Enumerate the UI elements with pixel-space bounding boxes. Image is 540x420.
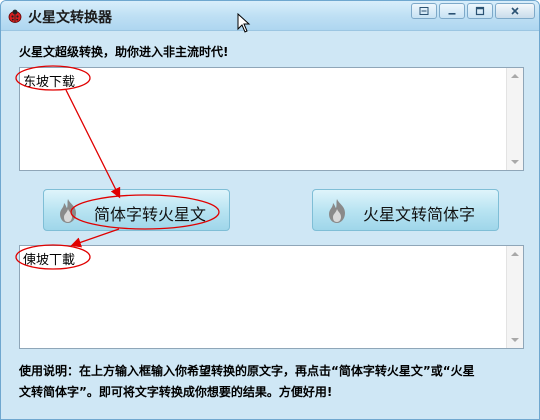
- input-text: 东坡下载: [23, 75, 76, 90]
- button-to-output-arrow: [70, 228, 120, 248]
- flame-icon: [60, 199, 76, 223]
- maximize-icon: [475, 6, 485, 16]
- maximize-button[interactable]: [467, 3, 493, 19]
- convert-to-mars-button[interactable]: 简体字转火星文: [43, 189, 230, 231]
- window-controls: [411, 3, 535, 19]
- input-scrollbar[interactable]: [506, 68, 523, 170]
- tagline: 火星文超级转换，助你进入非主流时代!: [19, 45, 229, 59]
- window-title: 火星文转换器: [28, 10, 112, 26]
- input-textarea[interactable]: 东坡下载: [19, 67, 524, 171]
- chevron-down-icon: [511, 160, 519, 164]
- minimize-button[interactable]: [439, 3, 465, 19]
- output-textarea[interactable]: 倲坡丅載: [19, 245, 524, 349]
- chevron-down-icon: [511, 338, 519, 342]
- convert-to-simplified-button[interactable]: 火星文转简体字: [312, 189, 499, 231]
- close-icon: [511, 7, 519, 15]
- scroll-up-button[interactable]: [507, 246, 523, 262]
- ladybug-icon: [8, 9, 22, 23]
- flame-icon: [329, 199, 345, 223]
- menu-icon: [419, 7, 429, 15]
- chevron-up-icon: [511, 252, 519, 256]
- mouse-cursor-icon: [237, 13, 251, 33]
- output-scrollbar[interactable]: [506, 246, 523, 348]
- scroll-down-button[interactable]: [507, 154, 523, 170]
- menu-button[interactable]: [411, 3, 437, 19]
- app-window: 火星文转换器 火星文超级转换，助你进入非主流时代! 东坡下载 简体字转火星文 火…: [0, 0, 540, 420]
- minimize-icon: [448, 13, 456, 15]
- convert-to-mars-label: 简体字转火星文: [94, 205, 207, 224]
- title-bar[interactable]: 火星文转换器: [1, 1, 539, 33]
- scroll-down-button[interactable]: [507, 332, 523, 348]
- convert-to-simplified-label: 火星文转简体字: [363, 205, 476, 224]
- close-button[interactable]: [495, 3, 535, 19]
- output-text: 倲坡丅載: [23, 253, 76, 268]
- chevron-up-icon: [511, 74, 519, 78]
- usage-instructions: 使用说明：在上方输入框输入你希望转换的原文字，再点击“简体字转火星文”或“火星 …: [19, 361, 519, 403]
- scroll-up-button[interactable]: [507, 68, 523, 84]
- usage-line-1: 使用说明：在上方输入框输入你希望转换的原文字，再点击“简体字转火星文”或“火星: [19, 364, 475, 378]
- usage-line-2: 文转简体字”。即可将文字转换成你想要的结果。方便好用!: [19, 385, 333, 399]
